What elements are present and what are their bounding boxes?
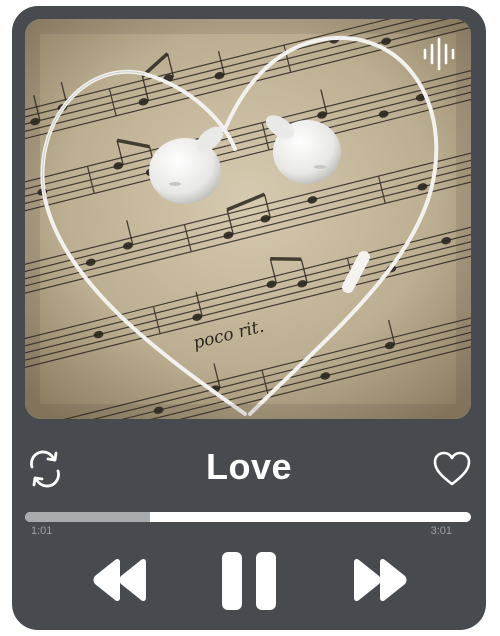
repeat-button[interactable] [26,450,64,488]
rewind-icon [93,558,146,602]
favorite-button[interactable] [432,450,472,488]
heart-outline-icon [433,451,471,486]
current-time: 1:01 [31,525,53,537]
progress-fill [25,512,150,522]
track-title: Love [205,446,293,487]
repeat-icon [30,450,60,488]
rewind-button[interactable] [90,556,150,604]
sheet-music-artwork: poco rit. [25,19,471,419]
pause-button[interactable] [220,550,278,612]
fast-forward-icon [354,558,407,602]
progress-bar[interactable] [25,512,471,522]
forward-button[interactable] [350,556,410,604]
music-player-card: poco rit. Love 1:01 3:01 [12,6,486,630]
total-time: 3:01 [430,525,452,537]
album-cover: poco rit. [25,19,471,419]
sound-wave-icon [423,37,455,71]
pause-icon [222,552,276,610]
